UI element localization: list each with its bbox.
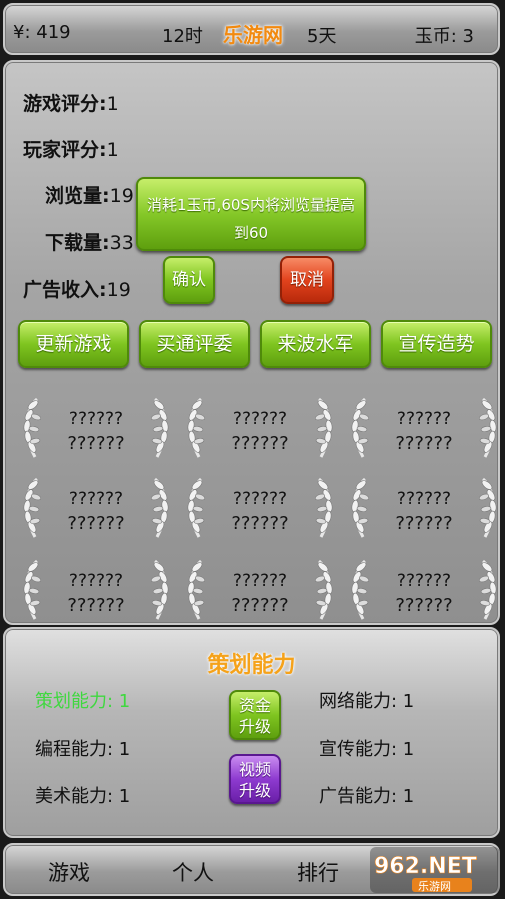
video-upgrade-button[interactable]: 视频 升级 bbox=[229, 754, 281, 804]
award-slot: ???????????? bbox=[185, 395, 335, 465]
nav-tab-ranking[interactable]: 排行 bbox=[297, 857, 339, 887]
programming-skill[interactable]: 编程能力: 1 bbox=[35, 735, 130, 761]
award-line1: ?????? bbox=[68, 489, 124, 509]
art-skill[interactable]: 美术能力: 1 bbox=[35, 782, 130, 808]
svg-text:乐游网: 乐游网 bbox=[418, 880, 451, 893]
award-slot: ???????????? bbox=[349, 475, 499, 545]
player-score-label: 玩家评分: bbox=[23, 139, 107, 161]
downloads-value: 33 bbox=[109, 232, 134, 254]
award-line2: ?????? bbox=[231, 595, 289, 616]
promotion-skill[interactable]: 宣传能力: 1 bbox=[319, 735, 414, 761]
views-value: 19 bbox=[109, 185, 134, 207]
award-slot: ???????????? bbox=[185, 557, 335, 627]
award-line2: ?????? bbox=[395, 433, 453, 454]
player-score-value: 1 bbox=[106, 139, 119, 161]
award-slot: ???????????? bbox=[21, 475, 171, 545]
award-line1: ?????? bbox=[232, 409, 288, 429]
downloads-stat: 下载量:33 bbox=[45, 228, 134, 255]
planning-skill[interactable]: 策划能力: 1 bbox=[35, 687, 130, 713]
award-slot: ???????????? bbox=[185, 475, 335, 545]
days-display: 5天 bbox=[307, 26, 337, 47]
ad-income-value: 19 bbox=[106, 279, 131, 301]
award-line1: ?????? bbox=[232, 571, 288, 591]
app-title: 乐游网 bbox=[223, 23, 283, 47]
svg-text:962.NET: 962.NET bbox=[374, 854, 477, 879]
award-line2: ?????? bbox=[67, 595, 125, 616]
video-upgrade-line2: 升级 bbox=[238, 781, 271, 800]
award-line2: ?????? bbox=[67, 513, 125, 534]
award-line1: ?????? bbox=[232, 489, 288, 509]
views-label: 浏览量: bbox=[45, 185, 110, 207]
dialog-message: 消耗1玉币,60S内将浏览量提高到60 bbox=[147, 196, 355, 242]
hour-display: 12时 bbox=[162, 26, 203, 47]
promotion-button[interactable]: 宣传造势 bbox=[381, 320, 492, 368]
award-line2: ?????? bbox=[231, 513, 289, 534]
player-score-stat: 玩家评分:1 bbox=[23, 135, 119, 162]
nav-tab-personal[interactable]: 个人 bbox=[172, 857, 214, 887]
confirm-button[interactable]: 确认 bbox=[163, 256, 215, 304]
site-watermark-logo: 962.NET 乐游网 bbox=[370, 847, 500, 893]
cancel-button[interactable]: 取消 bbox=[280, 256, 334, 304]
award-line1: ?????? bbox=[396, 489, 452, 509]
downloads-label: 下载量: bbox=[45, 232, 110, 254]
award-line2: ?????? bbox=[231, 433, 289, 454]
jade-coin-display: 玉币: 3 bbox=[414, 26, 474, 47]
award-line1: ?????? bbox=[396, 571, 452, 591]
ad-income-label: 广告收入: bbox=[23, 279, 107, 301]
update-game-button[interactable]: 更新游戏 bbox=[18, 320, 129, 368]
award-line1: ?????? bbox=[68, 409, 124, 429]
ad-income-stat: 广告收入:19 bbox=[23, 275, 131, 302]
nav-tab-game[interactable]: 游戏 bbox=[48, 857, 90, 887]
fund-upgrade-line1: 资金 bbox=[238, 696, 271, 715]
award-slot: ???????????? bbox=[349, 395, 499, 465]
game-stats-panel: 游戏评分:1 玩家评分:1 浏览量:19 下载量:33 广告收入:19 更新游戏… bbox=[3, 60, 500, 625]
fund-upgrade-button[interactable]: 资金 升级 bbox=[229, 690, 281, 740]
boost-views-dialog: 消耗1玉币,60S内将浏览量提高到60 bbox=[136, 177, 366, 251]
skills-title: 策划能力 bbox=[207, 653, 296, 678]
money-display: ¥: 419 bbox=[13, 22, 71, 43]
award-line1: ?????? bbox=[396, 409, 452, 429]
award-slot: ???????????? bbox=[21, 557, 171, 627]
game-score-value: 1 bbox=[106, 93, 119, 115]
game-score-label: 游戏评分: bbox=[23, 93, 107, 115]
skills-panel: 策划能力 策划能力: 1 编程能力: 1 美术能力: 1 网络能力: 1 宣传能… bbox=[3, 627, 500, 838]
fund-upgrade-line2: 升级 bbox=[238, 717, 271, 736]
ads-skill[interactable]: 广告能力: 1 bbox=[319, 782, 414, 808]
award-line2: ?????? bbox=[67, 433, 125, 454]
network-skill[interactable]: 网络能力: 1 bbox=[319, 687, 414, 713]
award-line1: ?????? bbox=[68, 571, 124, 591]
video-upgrade-line1: 视频 bbox=[238, 760, 271, 779]
top-status-bar: ¥: 419 12时 乐游网 5天 玉币: 3 bbox=[3, 3, 500, 55]
hire-shills-button[interactable]: 来波水军 bbox=[260, 320, 371, 368]
award-slot: ???????????? bbox=[21, 395, 171, 465]
game-score-stat: 游戏评分:1 bbox=[23, 89, 119, 116]
award-slot: ???????????? bbox=[349, 557, 499, 627]
award-line2: ?????? bbox=[395, 513, 453, 534]
views-stat: 浏览量:19 bbox=[45, 181, 134, 208]
bribe-judges-button[interactable]: 买通评委 bbox=[139, 320, 250, 368]
award-line2: ?????? bbox=[395, 595, 453, 616]
